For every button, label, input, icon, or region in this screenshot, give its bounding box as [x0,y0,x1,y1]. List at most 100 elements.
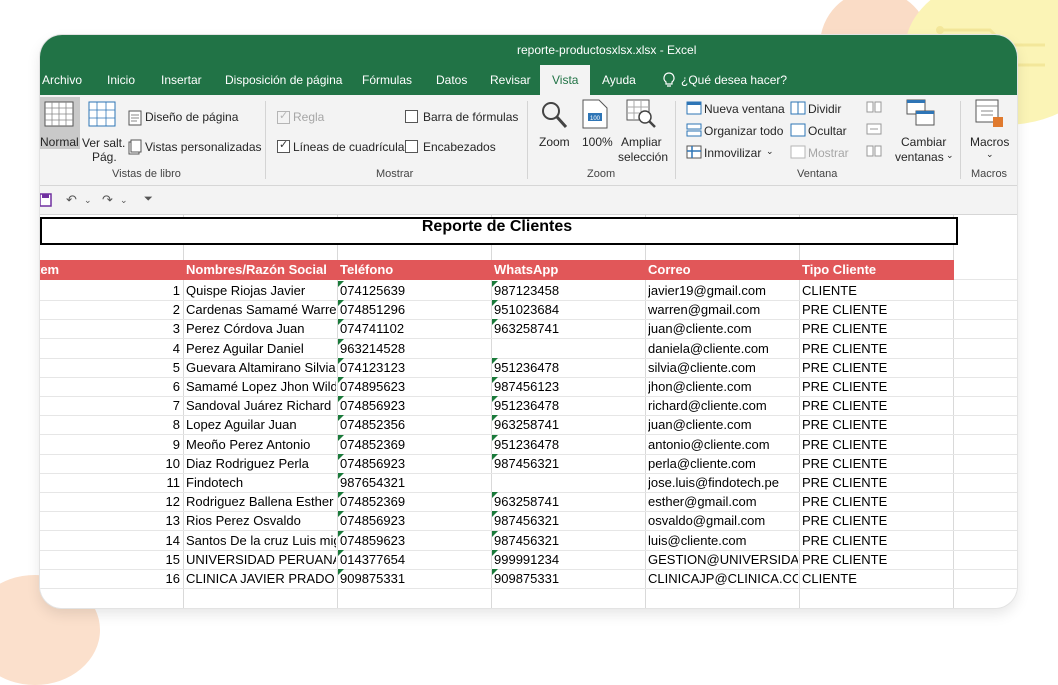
tab-archivo[interactable]: Archivo [42,65,82,95]
cell-item[interactable]: 7 [40,398,180,413]
tab-disposicion[interactable]: Disposición de página [225,65,342,95]
cell-nombre[interactable]: Samamé Lopez Jhon Wilder [186,379,336,394]
cell-item[interactable]: 6 [40,379,180,394]
tab-revisar[interactable]: Revisar [490,65,531,95]
cell-tipo[interactable]: PRE CLIENTE [802,341,952,356]
cell-whatsapp[interactable]: 999991234 [494,552,644,567]
cell-correo[interactable]: daniela@cliente.com [648,341,798,356]
cell-item[interactable]: 5 [40,360,180,375]
cell-item[interactable]: 11 [40,475,181,490]
cell-correo[interactable]: jhon@cliente.com [648,379,798,394]
cell-correo[interactable]: silvia@cliente.com [648,360,798,375]
cell-item[interactable]: 13 [40,513,180,528]
cell-correo[interactable]: GESTION@UNIVERSIDADPERUANA.PE [648,552,798,567]
cell-nombre[interactable]: CLINICA JAVIER PRADO [186,571,336,586]
chevron-down-icon[interactable]: ⌄ [84,195,92,206]
headings-checkbox[interactable] [405,140,418,153]
page-layout-button[interactable]: Diseño de página [145,110,238,124]
cell-whatsapp[interactable]: 951236478 [494,360,644,375]
cell-whatsapp[interactable]: 951236478 [494,398,644,413]
cell-tipo[interactable]: CLIENTE [802,283,952,298]
tell-me-search[interactable]: ¿Qué desea hacer? [681,65,787,95]
cell-nombre[interactable]: Perez Córdova Juan [186,321,336,336]
cell-nombre[interactable]: Lopez Aguilar Juan [186,417,336,432]
cell-whatsapp[interactable]: 963258741 [494,417,644,432]
cell-item[interactable]: 15 [40,552,180,567]
cell-correo[interactable]: juan@cliente.com [648,321,798,336]
tab-vista[interactable]: Vista [540,65,591,95]
cell-whatsapp[interactable]: 987456321 [494,513,644,528]
cell-correo[interactable]: jose.luis@findotech.pe [648,475,798,490]
cell-nombre[interactable]: Quispe Riojas Javier [186,283,336,298]
cell-tipo[interactable]: PRE CLIENTE [802,437,952,452]
cell-correo[interactable]: antonio@cliente.com [648,437,798,452]
redo-icon[interactable]: ↷ [102,192,113,208]
formula-bar-checkbox[interactable] [405,110,418,123]
cell-telefono[interactable]: 963214528 [340,341,490,356]
cell-telefono[interactable]: 074895623 [340,379,490,394]
cell-telefono[interactable]: 074859623 [340,533,490,548]
cell-item[interactable]: 9 [40,437,180,452]
unhide-button[interactable]: Mostrar [808,146,849,160]
zoom-100-button[interactable]: 100% [582,135,613,149]
cell-item[interactable]: 14 [40,533,180,548]
cell-telefono[interactable]: 074852369 [340,494,490,509]
cell-whatsapp[interactable]: 987123458 [494,283,644,298]
cell-correo[interactable]: esther@gmail.com [648,494,798,509]
macros-button[interactable]: Macros [970,135,1009,149]
cell-tipo[interactable]: PRE CLIENTE [802,379,952,394]
cell-telefono[interactable]: 074851296 [340,302,490,317]
page-break-view-button[interactable]: Ver salt. Pág. [82,97,125,164]
freeze-panes-button[interactable]: Inmovilizar [704,146,761,160]
zoom-selection-label-1[interactable]: Ampliar [621,135,662,149]
cell-nombre[interactable]: Findotech [186,475,336,490]
cell-telefono[interactable]: 987654321 [340,475,490,490]
cell-correo[interactable]: perla@cliente.com [648,456,798,471]
cell-tipo[interactable]: PRE CLIENTE [802,494,952,509]
cell-whatsapp[interactable]: 951023684 [494,302,644,317]
cell-item[interactable]: 4 [40,341,180,356]
cell-correo[interactable]: richard@cliente.com [648,398,798,413]
cell-whatsapp[interactable]: 987456321 [494,456,644,471]
tab-ayuda[interactable]: Ayuda [602,65,636,95]
cell-telefono[interactable]: 074123123 [340,360,490,375]
cell-item[interactable]: 2 [40,302,180,317]
cell-telefono[interactable]: 074852356 [340,417,490,432]
cell-telefono[interactable]: 909875331 [340,571,490,586]
custom-views-button[interactable]: Vistas personalizadas [145,140,262,154]
cell-tipo[interactable]: PRE CLIENTE [802,533,952,548]
cell-nombre[interactable]: Diaz Rodriguez Perla [186,456,336,471]
chevron-down-icon[interactable]: ⌄ [986,149,994,160]
cell-tipo[interactable]: PRE CLIENTE [802,417,952,432]
gridlines-checkbox[interactable]: ✓ [277,139,290,153]
cell-nombre[interactable]: UNIVERSIDAD PERUANA UNION [186,552,336,567]
cell-nombre[interactable]: Rios Perez Osvaldo [186,513,336,528]
cell-tipo[interactable]: PRE CLIENTE [802,552,952,567]
cell-telefono[interactable]: 014377654 [340,552,490,567]
cell-tipo[interactable]: PRE CLIENTE [802,456,952,471]
cell-whatsapp[interactable]: 909875331 [494,571,644,586]
cell-tipo[interactable]: PRE CLIENTE [802,398,952,413]
cell-correo[interactable]: CLINICAJP@CLINICA.COM [648,571,798,586]
cell-item[interactable]: 8 [40,417,180,432]
cell-nombre[interactable]: Meoño Perez Antonio [186,437,336,452]
cell-correo[interactable]: warren@gmail.com [648,302,798,317]
cell-correo[interactable]: juan@cliente.com [648,417,798,432]
cell-whatsapp[interactable]: 951236478 [494,437,644,452]
worksheet-grid[interactable]: Reporte de Clientes tem Nombres/Razón So… [40,215,1017,608]
chevron-down-icon[interactable]: ⌄ [766,146,774,157]
ruler-checkbox[interactable]: ✓ [277,110,290,124]
cell-nombre[interactable]: Cardenas Samamé Warren [186,302,336,317]
hide-button[interactable]: Ocultar [808,124,847,138]
cell-tipo[interactable]: PRE CLIENTE [802,321,952,336]
header-correo[interactable]: Correo [648,262,691,277]
tab-insertar[interactable]: Insertar [161,65,202,95]
normal-view-button[interactable]: Normal [40,97,80,149]
header-telefono[interactable]: Teléfono [340,262,393,277]
tab-inicio[interactable]: Inicio [107,65,135,95]
tab-formulas[interactable]: Fórmulas [362,65,412,95]
cell-whatsapp[interactable]: 963258741 [494,321,644,336]
side-by-side-icons[interactable] [866,101,882,161]
cell-nombre[interactable]: Santos De la cruz Luis miguel [186,533,336,548]
switch-windows-label-1[interactable]: Cambiar [901,135,946,149]
